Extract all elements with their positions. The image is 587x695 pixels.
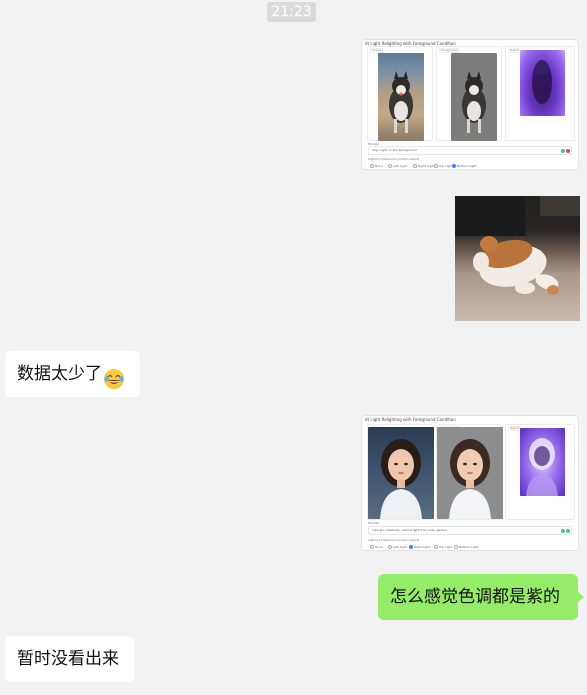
prompt-status-icons [561,149,570,153]
message-bubble-incoming[interactable]: 暂时没看出来 [5,636,134,682]
portrait-image [368,427,434,519]
relight-dog-screenshot[interactable]: d) Light Relighting with Foreground Cond… [361,39,579,170]
radio-dot-selected [409,545,413,549]
radio-none[interactable]: None [370,545,383,549]
dog-beach-image [378,53,424,141]
radio-dot [434,545,438,549]
radio-label: Right Light [418,164,435,168]
radio-none[interactable]: None [370,164,383,168]
radio-dot [370,164,374,168]
radio-dot [388,164,392,168]
foreground-panel: Foreground [436,46,502,141]
prompt-input[interactable]: cute girl, shadows, natural light from s… [368,526,572,535]
image-panel: Image [367,424,434,520]
dog-result-image [520,50,565,116]
prompt-status-icons [561,529,570,533]
radio-label: Left Light [393,545,408,549]
prompt-input[interactable]: dog, night, in the background [368,146,572,155]
prompt-label: Prompt [368,521,379,525]
radio-label: Right Light [414,545,431,549]
radio-dot [413,164,417,168]
message-text: 数据太少了 [17,364,102,384]
image-panel: Image [367,46,433,141]
radio-dot [434,164,438,168]
result-panel: Result [505,46,575,141]
radio-dot-selected [452,164,456,168]
lighting-preference-label: Lighting Preference (Initial Latent) [368,157,420,161]
radio-label: Bottom Light [459,545,479,549]
cat-photo[interactable] [455,196,580,321]
lighting-preference-label: Lighting Preference (Initial Latent) [368,538,420,542]
message-text: 暂时没看出来 [17,649,119,669]
radio-bottom-light[interactable]: Bottom Light [454,545,478,549]
radio-top-light[interactable]: Top Light [434,545,453,549]
radio-left-light[interactable]: Left Light [388,164,407,168]
radio-label: Top Light [439,164,453,168]
radio-bottom-light[interactable]: Bottom Light [452,164,476,168]
tears-of-joy-emoji-icon [103,362,125,389]
message-bubble-outgoing[interactable]: 怎么感觉色调都是紫的 [378,574,584,620]
radio-dot [454,545,458,549]
relight-portrait-screenshot[interactable]: d) Light Relighting with Foreground Cond… [361,415,579,551]
portrait-result-image [520,428,565,496]
radio-top-light[interactable]: Top Light [434,164,453,168]
dog-foreground-image [451,53,497,141]
message-bubble-incoming[interactable]: 数据太少了 [5,351,140,397]
radio-right-light[interactable]: Right Light [413,164,434,168]
radio-left-light[interactable]: Left Light [388,545,407,549]
radio-right-light[interactable]: Right Light [409,545,430,549]
radio-label: None [375,545,383,549]
radio-label: None [375,164,383,168]
timestamp: 21:23 [267,2,316,22]
radio-dot [388,545,392,549]
radio-label: Bottom Light [457,164,477,168]
portrait-foreground-image [437,427,503,519]
screenshot-heading: d) Light Relighting with Foreground Cond… [365,417,456,422]
radio-label: Left Light [393,164,408,168]
radio-label: Top Light [439,545,453,549]
message-text: 怎么感觉色调都是紫的 [390,587,560,607]
foreground-panel: Foreground [436,424,503,520]
result-panel: Result [505,424,575,520]
radio-dot [370,545,374,549]
